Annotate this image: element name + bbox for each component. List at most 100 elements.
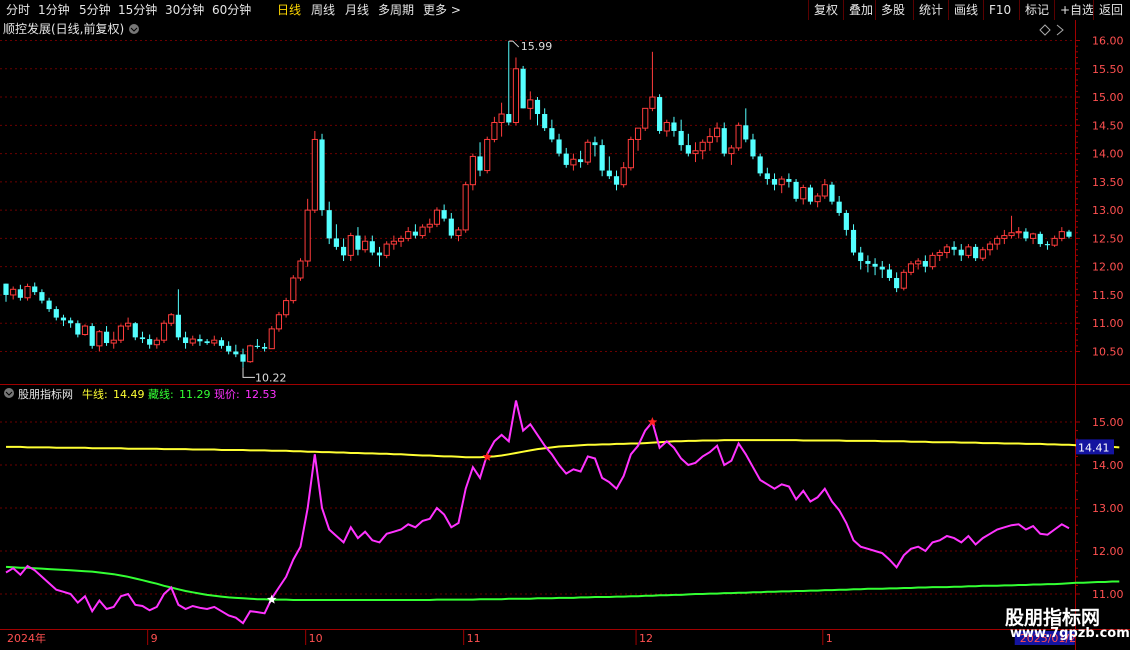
candle-body	[865, 261, 871, 264]
candle-body	[261, 346, 268, 349]
candle-body	[455, 229, 462, 237]
candle-body	[383, 243, 390, 256]
candle-body	[182, 337, 189, 344]
candle-body	[986, 243, 994, 251]
candle-body	[304, 209, 311, 262]
candle-body	[498, 113, 505, 123]
candle-body	[1015, 231, 1022, 234]
candle-body	[17, 289, 23, 298]
candle-body	[627, 138, 634, 169]
chart-background	[0, 20, 1130, 650]
candle-body	[814, 195, 821, 203]
candle-body	[39, 292, 45, 301]
candle-body	[160, 322, 168, 341]
candle-body	[326, 210, 332, 239]
candle-body	[189, 338, 196, 344]
candle-body	[1037, 233, 1043, 245]
candle-body	[879, 266, 885, 270]
candle-body	[433, 209, 441, 225]
candle-body	[606, 170, 612, 177]
candle-body	[397, 237, 405, 242]
candle-body	[692, 150, 699, 155]
candle-body	[599, 145, 605, 171]
candle-body	[713, 127, 721, 138]
candle-body	[850, 229, 857, 253]
candle-body	[81, 325, 89, 336]
candle-body	[829, 184, 835, 202]
candle-body	[915, 260, 922, 265]
candle-body	[168, 314, 175, 324]
candle-body	[469, 155, 476, 186]
candle-body	[549, 128, 555, 140]
candle-body	[132, 323, 138, 338]
ind-y-tick-label: 15.00	[1092, 416, 1124, 429]
candle-body	[211, 339, 218, 344]
low-label: 10.22	[255, 371, 287, 384]
candle-body	[821, 184, 828, 197]
candle-body	[743, 125, 749, 140]
candle-body	[570, 158, 577, 166]
candle-body	[757, 156, 763, 174]
candle-body	[204, 341, 210, 344]
candle-body	[922, 261, 928, 267]
ind-y-tick-label: 11.00	[1092, 588, 1124, 601]
candle-body	[46, 300, 52, 310]
candle-body	[1001, 235, 1008, 239]
x-axis-label: 10	[309, 632, 323, 645]
candle-body	[534, 99, 541, 115]
candle-body	[197, 339, 203, 342]
candle-body	[1023, 231, 1029, 239]
main-y-tick-label: 13.50	[1092, 176, 1124, 189]
candle-body	[943, 246, 950, 254]
candle-body	[125, 322, 132, 327]
candle-body	[1044, 244, 1051, 246]
ind-y-tick-label: 13.00	[1092, 502, 1124, 515]
current-value-tag-text: 14.41	[1078, 441, 1110, 454]
candle-body	[685, 145, 691, 154]
candle-body	[979, 249, 986, 259]
candle-body	[786, 179, 792, 182]
candle-body	[110, 339, 117, 344]
candle-body	[512, 68, 520, 123]
candle-body	[153, 339, 160, 346]
main-y-tick-label: 15.50	[1092, 63, 1124, 76]
candle-body	[491, 121, 498, 140]
candle-body	[32, 286, 38, 293]
candle-body	[671, 122, 677, 131]
main-y-tick-label: 14.00	[1092, 148, 1124, 161]
candle-body	[663, 121, 670, 132]
candle-body	[139, 337, 146, 340]
candle-body	[929, 254, 936, 268]
candle-body	[103, 331, 110, 344]
niu-label: 牛线:	[82, 387, 108, 401]
candle-body	[894, 277, 900, 289]
main-y-tick-label: 11.00	[1092, 317, 1124, 330]
candle-body	[390, 240, 397, 245]
candle-body	[649, 96, 656, 109]
candle-body	[290, 277, 297, 302]
candle-body	[1008, 232, 1015, 237]
candle-body	[10, 288, 17, 296]
candle-body	[836, 201, 842, 213]
candle-body	[527, 99, 534, 109]
candle-body	[412, 231, 418, 236]
candle-body	[376, 252, 383, 256]
candle-body	[951, 246, 957, 250]
candle-body	[254, 345, 260, 347]
candle-body	[886, 269, 893, 278]
candle-body	[240, 354, 246, 362]
candle-body	[333, 238, 339, 247]
candle-body	[642, 107, 649, 129]
candle-body	[297, 260, 304, 279]
candle-body	[117, 325, 125, 341]
candle-body	[1058, 231, 1065, 239]
candle-body	[441, 210, 447, 219]
candle-body	[907, 263, 915, 273]
candle-body	[936, 252, 943, 256]
candle-body	[994, 237, 1001, 245]
main-y-tick-label: 15.00	[1092, 91, 1124, 104]
candle-body	[319, 139, 325, 211]
main-y-tick-label: 16.00	[1092, 35, 1124, 48]
candle-body	[3, 283, 9, 295]
candle-body	[233, 351, 239, 355]
